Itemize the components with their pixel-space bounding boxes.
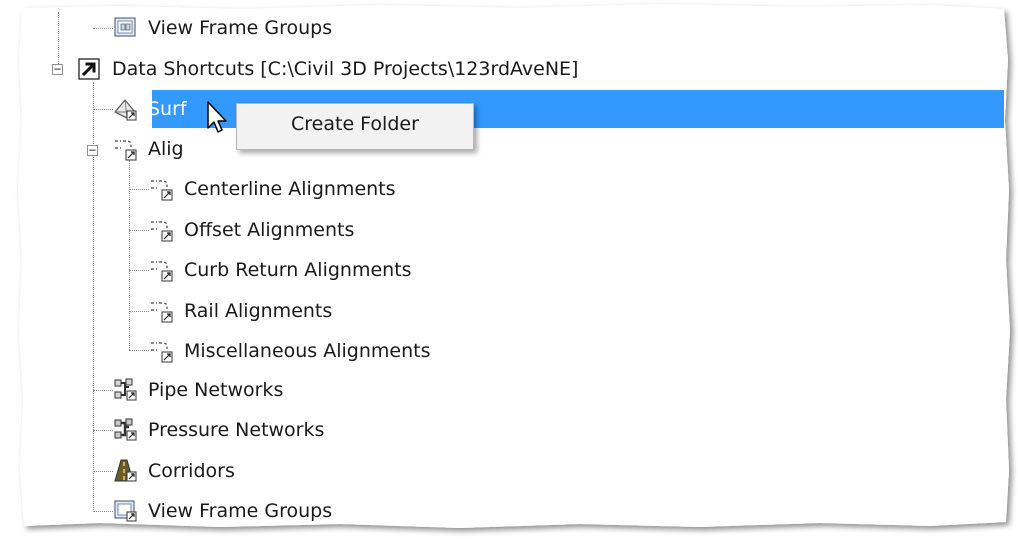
- tree-item-label: Pipe Networks: [148, 379, 284, 401]
- project-tree: − − View Frame Groups Data Shortcuts [C:…: [0, 0, 1018, 539]
- tree-item-label: Rail Alignments: [184, 300, 333, 322]
- tree-item-data-shortcuts[interactable]: Data Shortcuts [C:\Civil 3D Projects\123…: [77, 49, 578, 89]
- tree-item-label: Miscellaneous Alignments: [184, 340, 431, 362]
- collapse-toggle[interactable]: −: [52, 63, 63, 75]
- tree-item-surfaces[interactable]: Surf: [113, 89, 187, 129]
- shortcut-arrow-icon: [78, 58, 100, 80]
- tree-item-view-frame-groups-top[interactable]: View Frame Groups: [113, 8, 332, 48]
- alignment-icon: [151, 221, 173, 242]
- create-folder-menu-item[interactable]: Create Folder: [291, 113, 419, 135]
- tree-line: [129, 311, 149, 312]
- tree-line: [93, 390, 113, 391]
- mouse-cursor-icon: [207, 101, 227, 133]
- tree-item-curb-return-alignments[interactable]: Curb Return Alignments: [149, 250, 412, 290]
- tree-item-label: View Frame Groups: [148, 500, 333, 522]
- surface-icon: [114, 99, 137, 121]
- tree-item-label: Curb Return Alignments: [184, 259, 412, 281]
- alignment-icon: [115, 140, 137, 161]
- view-frame-groups-icon: [114, 500, 137, 522]
- tree-line: [129, 189, 149, 190]
- tree-item-miscellaneous-alignments[interactable]: Miscellaneous Alignments: [149, 331, 431, 371]
- tree-line: [93, 511, 113, 512]
- tree-item-label: Pressure Networks: [148, 419, 325, 441]
- tree-item-corridors[interactable]: Corridors: [113, 451, 235, 491]
- tree-line: [129, 270, 149, 271]
- tree-line: [93, 430, 113, 431]
- pressure-network-icon: [114, 418, 137, 441]
- tree-line: [129, 350, 149, 351]
- tree-item-rail-alignments[interactable]: Rail Alignments: [149, 291, 332, 331]
- tree-item-offset-alignments[interactable]: Offset Alignments: [149, 210, 354, 250]
- corridor-icon: [114, 459, 137, 482]
- tree-item-label: Data Shortcuts [C:\Civil 3D Projects\123…: [112, 58, 579, 80]
- tree-item-pipe-networks[interactable]: Pipe Networks: [113, 370, 283, 410]
- tree-line: [93, 471, 113, 472]
- view-frame-groups-icon: [114, 17, 136, 37]
- tree-item-label: Surf: [148, 98, 187, 120]
- tree-item-label: View Frame Groups: [148, 17, 333, 39]
- tree-item-view-frame-groups[interactable]: View Frame Groups: [113, 491, 332, 531]
- tree-line: [129, 230, 149, 231]
- tree-item-label: Centerline Alignments: [184, 178, 396, 200]
- tree-item-centerline-alignments[interactable]: Centerline Alignments: [149, 169, 396, 209]
- tree-line: [93, 28, 113, 29]
- collapse-toggle[interactable]: −: [87, 144, 98, 156]
- tree-item-alignments[interactable]: Alig: [113, 129, 184, 169]
- alignment-icon: [151, 342, 173, 363]
- alignment-icon: [151, 261, 173, 282]
- tree-item-label: Alig: [148, 138, 184, 160]
- pipe-network-icon: [114, 378, 137, 401]
- tree-item-label: Corridors: [148, 460, 235, 482]
- tree-item-label: Offset Alignments: [184, 219, 355, 241]
- tree-line: [93, 109, 113, 110]
- tree-item-pressure-networks[interactable]: Pressure Networks: [113, 410, 324, 450]
- alignment-icon: [151, 180, 173, 201]
- alignment-icon: [151, 302, 173, 323]
- context-menu: Create Folder: [236, 103, 474, 150]
